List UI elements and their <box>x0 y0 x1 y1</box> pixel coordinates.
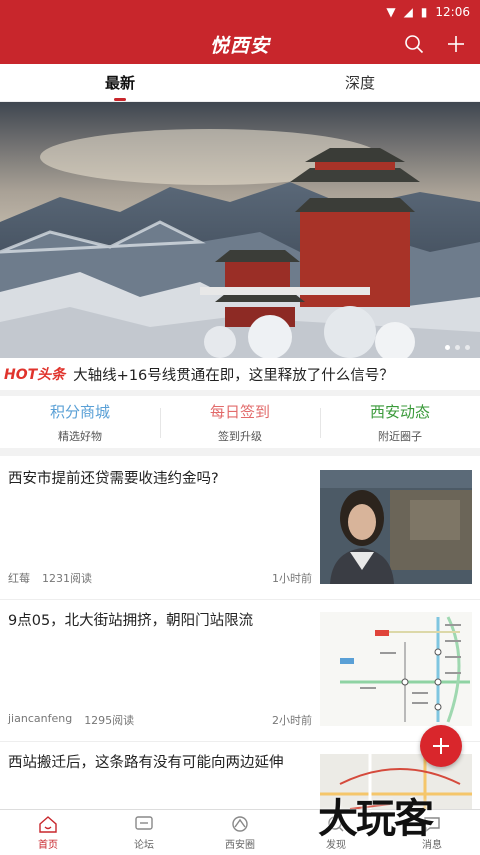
nav-label: 首页 <box>38 839 58 851</box>
headline-text: 大轴线+16号线贯通在即，这里释放了什么信号？ <box>73 367 394 384</box>
floating-add-button[interactable] <box>420 725 462 767</box>
hot-headline[interactable]: HOT头条 大轴线+16号线贯通在即，这里释放了什么信号？ <box>0 358 480 396</box>
bottom-navigation: 首页 论坛 西安圈 发现 消息 <box>0 809 480 855</box>
quick-entry-points-mall[interactable]: 积分商城 精选好物 <box>0 396 160 448</box>
quick-entry-title: 每日签到 <box>209 402 270 421</box>
tab-latest[interactable]: 最新 <box>0 64 240 101</box>
nav-home[interactable]: 首页 <box>0 810 96 855</box>
wifi-icon: ▼ <box>386 5 396 19</box>
plus-icon <box>433 738 449 754</box>
signal-icon: ◢ <box>403 5 413 19</box>
hero-image <box>0 102 480 358</box>
feed-card-author: jiancanfeng <box>8 712 73 725</box>
nav-label: 西安圈 <box>225 839 255 851</box>
feed-card-reads: 1231阅读 <box>42 572 92 585</box>
quick-entry-subtitle: 签到升级 <box>218 429 262 443</box>
message-icon <box>424 816 440 832</box>
quick-entry-xian-news[interactable]: 西安动态 附近圈子 <box>320 396 480 448</box>
news-feed: 西安市提前还贷需要收违约金吗? 红莓 1231阅读 1小时前 9点05，北大街站… <box>0 458 480 855</box>
nav-xian-circle[interactable]: 西安圈 <box>192 810 288 855</box>
status-bar: ▼ ◢ ▮ 12:06 <box>0 0 480 24</box>
nav-discover[interactable]: 发现 <box>288 810 384 855</box>
nav-label: 消息 <box>422 839 442 851</box>
nav-messages[interactable]: 消息 <box>384 810 480 855</box>
discover-icon <box>328 815 344 831</box>
hero-banner[interactable] <box>0 102 480 358</box>
quick-entry-title: 西安动态 <box>369 402 430 421</box>
home-icon <box>39 815 57 833</box>
quick-entry-subtitle: 附近圈子 <box>378 429 422 443</box>
feed-card-time: 1小时前 <box>272 572 312 585</box>
nav-label: 论坛 <box>134 839 154 851</box>
tab-depth[interactable]: 深度 <box>240 64 480 101</box>
battery-icon: ▮ <box>420 5 428 19</box>
feed-card-title: 西站搬迁后，这条路有没有可能向两边延伸 <box>8 755 284 771</box>
quick-entries: 积分商城 精选好物 每日签到 签到升级 西安动态 附近圈子 <box>0 396 480 456</box>
feed-card[interactable]: 西安市提前还贷需要收违约金吗? 红莓 1231阅读 1小时前 <box>0 458 480 600</box>
feed-card-thumbnail <box>320 470 472 584</box>
feed-card[interactable]: 9点05，北大街站拥挤，朝阳门站限流 jiancanfeng 1295阅读 2小… <box>0 600 480 742</box>
quick-entry-daily-checkin[interactable]: 每日签到 签到升级 <box>160 396 320 448</box>
app-title: 悦西安 <box>209 34 270 57</box>
nav-forum[interactable]: 论坛 <box>96 810 192 855</box>
feed-card-time: 2小时前 <box>272 714 312 727</box>
feed-card-thumbnail <box>320 612 472 726</box>
quick-entry-subtitle: 精选好物 <box>58 429 102 443</box>
circle-icon <box>232 815 248 832</box>
hot-badge: HOT头条 <box>4 367 66 383</box>
search-icon[interactable] <box>400 30 428 58</box>
feed-card-author: 红莓 <box>8 572 30 585</box>
feed-card-title: 9点05，北大街站拥挤，朝阳门站限流 <box>8 613 254 629</box>
status-time: 12:06 <box>435 5 470 19</box>
app-header: 悦西安 <box>0 24 480 64</box>
carousel-indicator <box>445 345 470 350</box>
content-tabs: 最新 深度 <box>0 64 480 102</box>
forum-icon <box>135 815 153 830</box>
quick-entry-title: 积分商城 <box>49 402 110 421</box>
add-icon[interactable] <box>442 30 470 58</box>
nav-label: 发现 <box>326 839 346 851</box>
feed-card-title: 西安市提前还贷需要收违约金吗? <box>8 471 219 487</box>
feed-card-reads: 1295阅读 <box>84 714 135 727</box>
